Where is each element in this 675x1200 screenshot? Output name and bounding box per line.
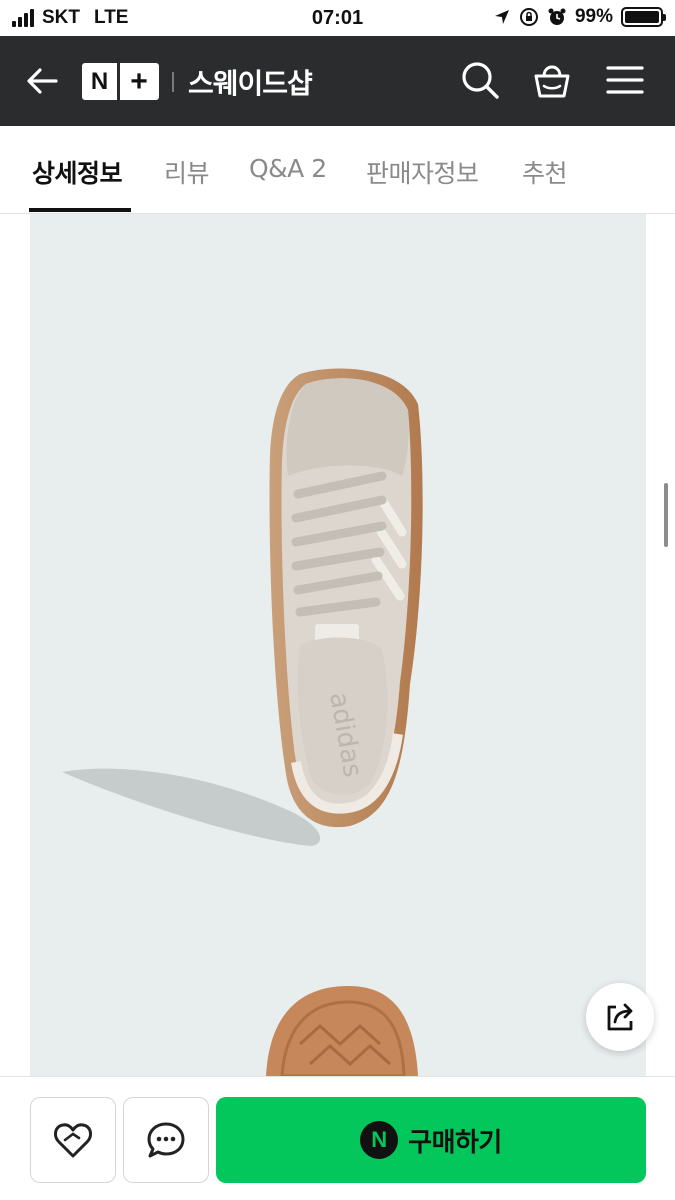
tab-recommend[interactable]: 추천 (522, 154, 568, 190)
brand-plus: + (130, 64, 148, 98)
status-bar: SKT LTE 07:01 99% (0, 0, 675, 36)
shopping-bag-icon[interactable] (530, 58, 574, 102)
bottom-bar: N 구매하기 (0, 1076, 675, 1200)
wishlist-button[interactable] (30, 1097, 116, 1183)
back-arrow-icon[interactable] (22, 61, 62, 101)
search-icon[interactable] (458, 58, 502, 102)
naver-pay-icon: N (360, 1121, 399, 1159)
menu-icon[interactable] (603, 58, 647, 102)
scrollbar-thumb[interactable] (664, 483, 668, 547)
naver-plus-logo[interactable]: N + (82, 63, 159, 100)
talk-talk-button[interactable] (123, 1097, 209, 1183)
app-header: N + 스웨이드샵 (0, 36, 675, 126)
tab-seller-info[interactable]: 판매자정보 (366, 154, 479, 190)
tab-bar: 상세정보 리뷰 Q&A 2 판매자정보 추천 (0, 126, 675, 214)
active-tab-indicator (29, 208, 131, 212)
store-name[interactable]: 스웨이드샵 (188, 62, 313, 102)
chat-icon (147, 1122, 185, 1158)
heart-icon (54, 1123, 92, 1158)
tab-qna[interactable]: Q&A 2 (249, 154, 327, 183)
battery-icon (621, 7, 666, 27)
screen-lock-icon (519, 8, 538, 26)
share-button[interactable] (586, 983, 654, 1051)
share-icon (607, 1003, 633, 1031)
sneaker-illustration: adidas (62, 368, 423, 1076)
header-divider (172, 72, 174, 92)
status-right: 99% (493, 6, 666, 28)
battery-fill (625, 11, 659, 23)
alarm-icon (548, 8, 566, 25)
brand-n: N (82, 63, 120, 100)
buy-label: 구매하기 (408, 1127, 502, 1158)
location-icon (494, 10, 509, 24)
tab-detail[interactable]: 상세정보 (32, 154, 123, 190)
buy-button[interactable]: N 구매하기 (216, 1097, 646, 1183)
tab-review[interactable]: 리뷰 (164, 154, 210, 190)
battery-percent: 99% (574, 6, 613, 27)
product-image[interactable]: adidas (30, 214, 646, 1076)
